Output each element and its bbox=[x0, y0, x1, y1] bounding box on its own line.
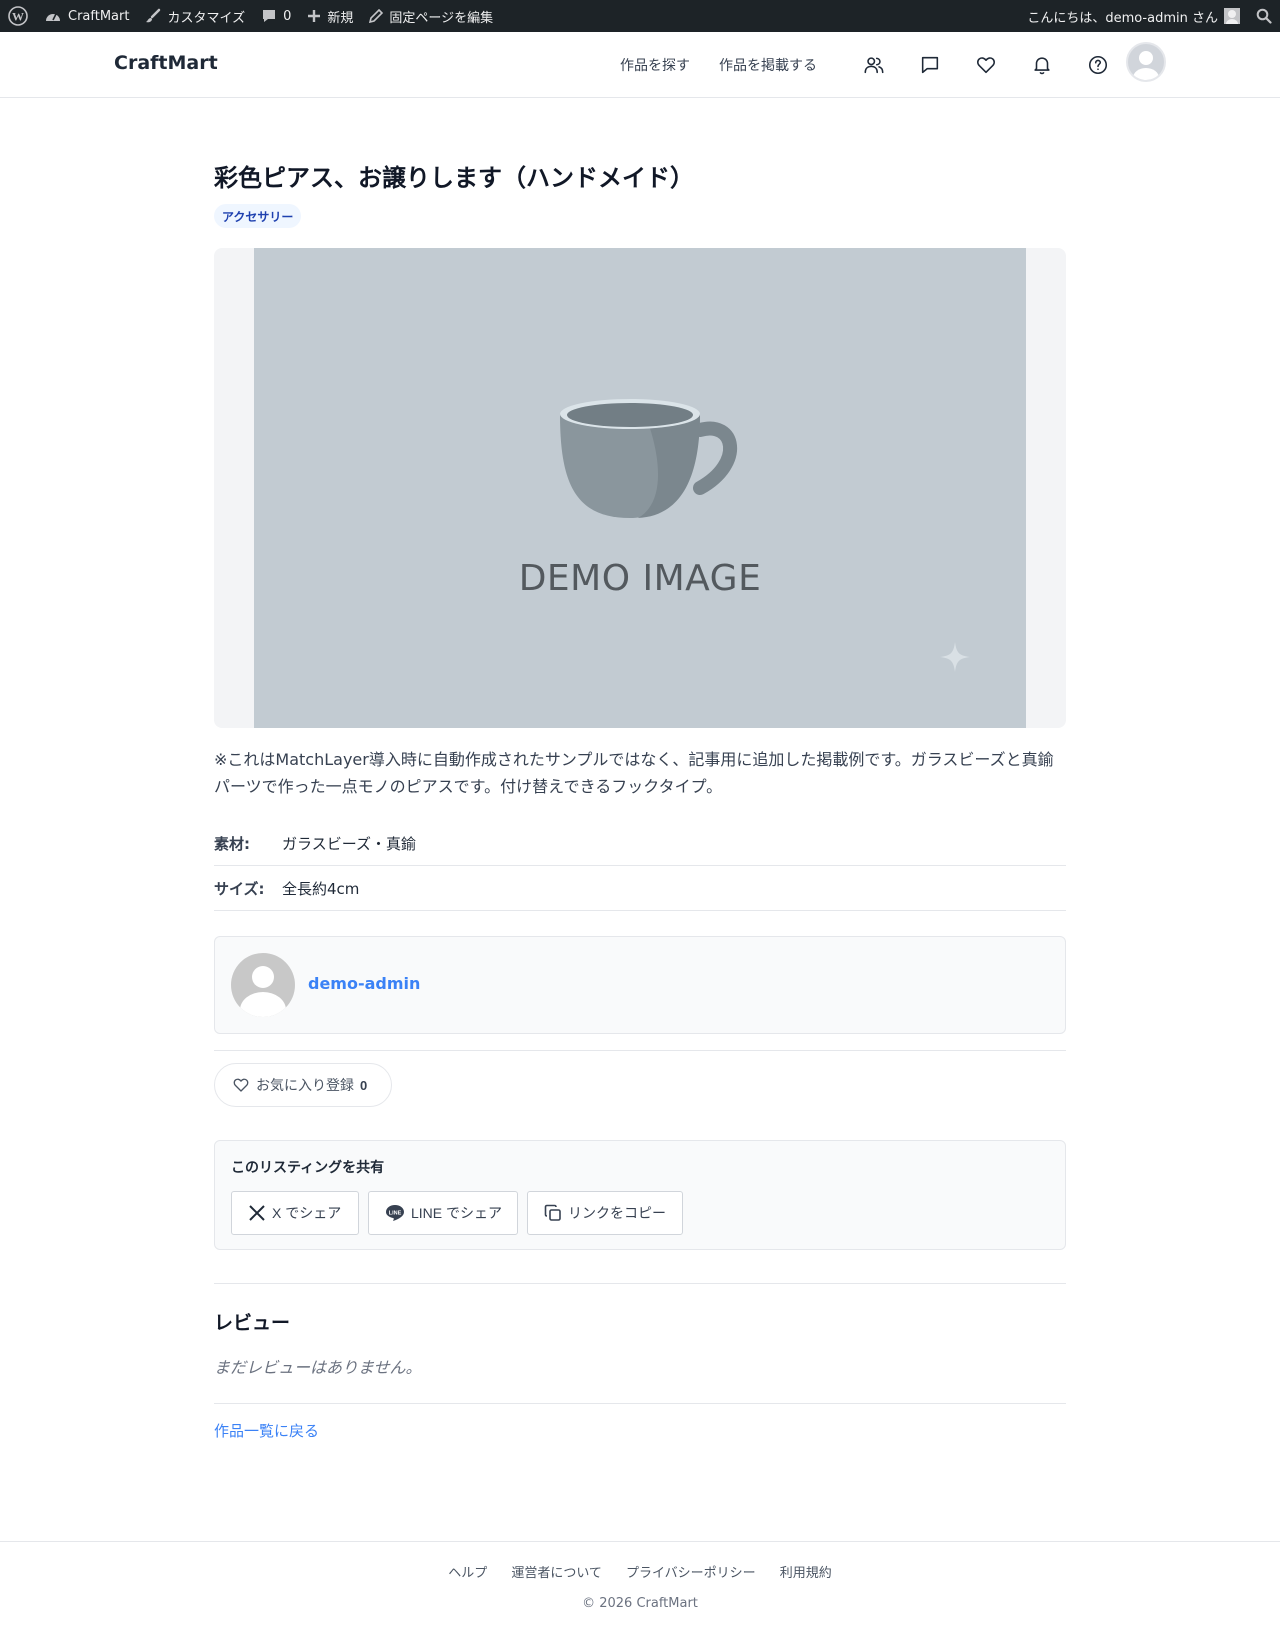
favorite-button[interactable]: お気に入り登録 0 bbox=[214, 1063, 392, 1107]
admin-search-icon[interactable] bbox=[1248, 0, 1280, 32]
favorite-count: 0 bbox=[360, 1077, 368, 1093]
admin-customize-label: カスタマイズ bbox=[167, 10, 246, 26]
help-icon[interactable] bbox=[1070, 32, 1126, 98]
admin-edit-page-label: 固定ページを編集 bbox=[389, 10, 494, 26]
footer-links: ヘルプ 運営者について プライバシーポリシー 利用規約 bbox=[0, 1562, 1280, 1581]
main-nav: 作品を探す 作品を掲載する bbox=[620, 32, 1126, 98]
share-box: このリスティングを共有 X でシェア LINE LINE でシェア リンクをコピ… bbox=[214, 1140, 1066, 1250]
spec-row-size: サイズ: 全長約4cm bbox=[214, 866, 1066, 911]
heart-icon bbox=[233, 1078, 249, 1092]
svg-text:LINE: LINE bbox=[389, 1211, 402, 1217]
divider bbox=[214, 1283, 1066, 1284]
listing-description: ※これはMatchLayer導入時に自動作成されたサンプルではなく、記事用に追加… bbox=[214, 750, 1054, 796]
copy-link-button[interactable]: リンクをコピー bbox=[527, 1191, 683, 1235]
share-title: このリスティングを共有 bbox=[231, 1160, 385, 1176]
spec-label: 素材: bbox=[214, 834, 250, 853]
reviews-heading: レビュー bbox=[214, 1312, 291, 1334]
messages-icon[interactable] bbox=[902, 32, 958, 98]
favorite-label: お気に入り登録 bbox=[256, 1077, 354, 1093]
pencil-icon bbox=[369, 9, 384, 23]
author-card: demo-admin bbox=[214, 936, 1066, 1034]
admin-comments-link[interactable]: 0 bbox=[253, 0, 299, 32]
brush-icon bbox=[146, 8, 161, 23]
site-logo[interactable]: CraftMart bbox=[114, 52, 218, 74]
listing-image-frame: DEMO IMAGE bbox=[214, 248, 1066, 728]
wordpress-logo-icon[interactable]: W bbox=[0, 0, 36, 32]
admin-new-link[interactable]: 新規 bbox=[299, 0, 361, 32]
divider bbox=[214, 1050, 1066, 1051]
author-name-link[interactable]: demo-admin bbox=[308, 974, 420, 993]
admin-new-label: 新規 bbox=[327, 10, 354, 26]
back-to-list-link[interactable]: 作品一覧に戻る bbox=[214, 1420, 319, 1441]
comment-icon bbox=[263, 10, 276, 22]
sparkle-icon bbox=[940, 642, 970, 672]
line-logo-icon: LINE bbox=[386, 1205, 404, 1221]
demo-image-text: DEMO IMAGE bbox=[518, 558, 762, 599]
footer-link-help[interactable]: ヘルプ bbox=[448, 1562, 487, 1581]
admin-comments-count: 0 bbox=[283, 8, 292, 24]
category-badge[interactable]: アクセサリー bbox=[214, 204, 302, 228]
admin-greeting: こんにちは、demo-admin さん bbox=[1027, 10, 1218, 26]
users-icon[interactable] bbox=[846, 32, 902, 98]
copy-link-label: リンクをコピー bbox=[568, 1205, 666, 1221]
author-avatar[interactable] bbox=[231, 953, 295, 1017]
notifications-bell-icon[interactable] bbox=[1014, 32, 1070, 98]
listing-image[interactable]: DEMO IMAGE bbox=[254, 248, 1026, 728]
site-header: CraftMart 作品を探す 作品を掲載する bbox=[0, 32, 1280, 98]
spec-row-material: 素材: ガラスビーズ・真鍮 bbox=[214, 821, 1066, 866]
x-logo-icon bbox=[249, 1205, 265, 1221]
cup-icon bbox=[560, 399, 737, 518]
admin-bar: W CraftMart カスタマイズ 0 新規 固定ページを編集 こんにちは、d… bbox=[0, 0, 1280, 32]
admin-edit-page-link[interactable]: 固定ページを編集 bbox=[361, 0, 501, 32]
divider bbox=[214, 1403, 1066, 1404]
nav-browse-link[interactable]: 作品を探す bbox=[620, 55, 690, 75]
no-reviews-text: まだレビューはありません。 bbox=[214, 1358, 422, 1377]
admin-customize-link[interactable]: カスタマイズ bbox=[137, 0, 253, 32]
spec-value: ガラスビーズ・真鍮 bbox=[282, 834, 416, 853]
admin-site-name: CraftMart bbox=[68, 8, 130, 24]
listing-title: 彩色ピアス、お譲りします（ハンドメイド） bbox=[214, 164, 694, 192]
admin-site-link[interactable]: CraftMart bbox=[36, 0, 137, 32]
share-line-button[interactable]: LINE LINE でシェア bbox=[368, 1191, 518, 1235]
share-line-label: LINE でシェア bbox=[411, 1205, 503, 1221]
footer-link-terms[interactable]: 利用規約 bbox=[780, 1562, 832, 1581]
site-footer: ヘルプ 運営者について プライバシーポリシー 利用規約 © 2026 Craft… bbox=[0, 1541, 1280, 1637]
admin-account-link[interactable]: こんにちは、demo-admin さん bbox=[1019, 0, 1248, 32]
spec-value: 全長約4cm bbox=[282, 879, 360, 898]
copyright: © 2026 CraftMart bbox=[582, 1596, 698, 1611]
share-x-button[interactable]: X でシェア bbox=[231, 1191, 359, 1235]
share-x-label: X でシェア bbox=[272, 1205, 342, 1221]
nav-post-link[interactable]: 作品を掲載する bbox=[719, 55, 817, 75]
spec-label: サイズ: bbox=[214, 879, 265, 898]
user-avatar[interactable] bbox=[1126, 42, 1166, 82]
admin-avatar bbox=[1224, 8, 1240, 24]
svg-text:W: W bbox=[12, 10, 24, 24]
copy-icon bbox=[544, 1204, 561, 1221]
favorites-heart-icon[interactable] bbox=[958, 32, 1014, 98]
footer-link-about[interactable]: 運営者について bbox=[511, 1562, 602, 1581]
plus-icon bbox=[308, 10, 321, 22]
footer-link-privacy[interactable]: プライバシーポリシー bbox=[626, 1562, 756, 1581]
dashboard-icon bbox=[46, 13, 60, 21]
